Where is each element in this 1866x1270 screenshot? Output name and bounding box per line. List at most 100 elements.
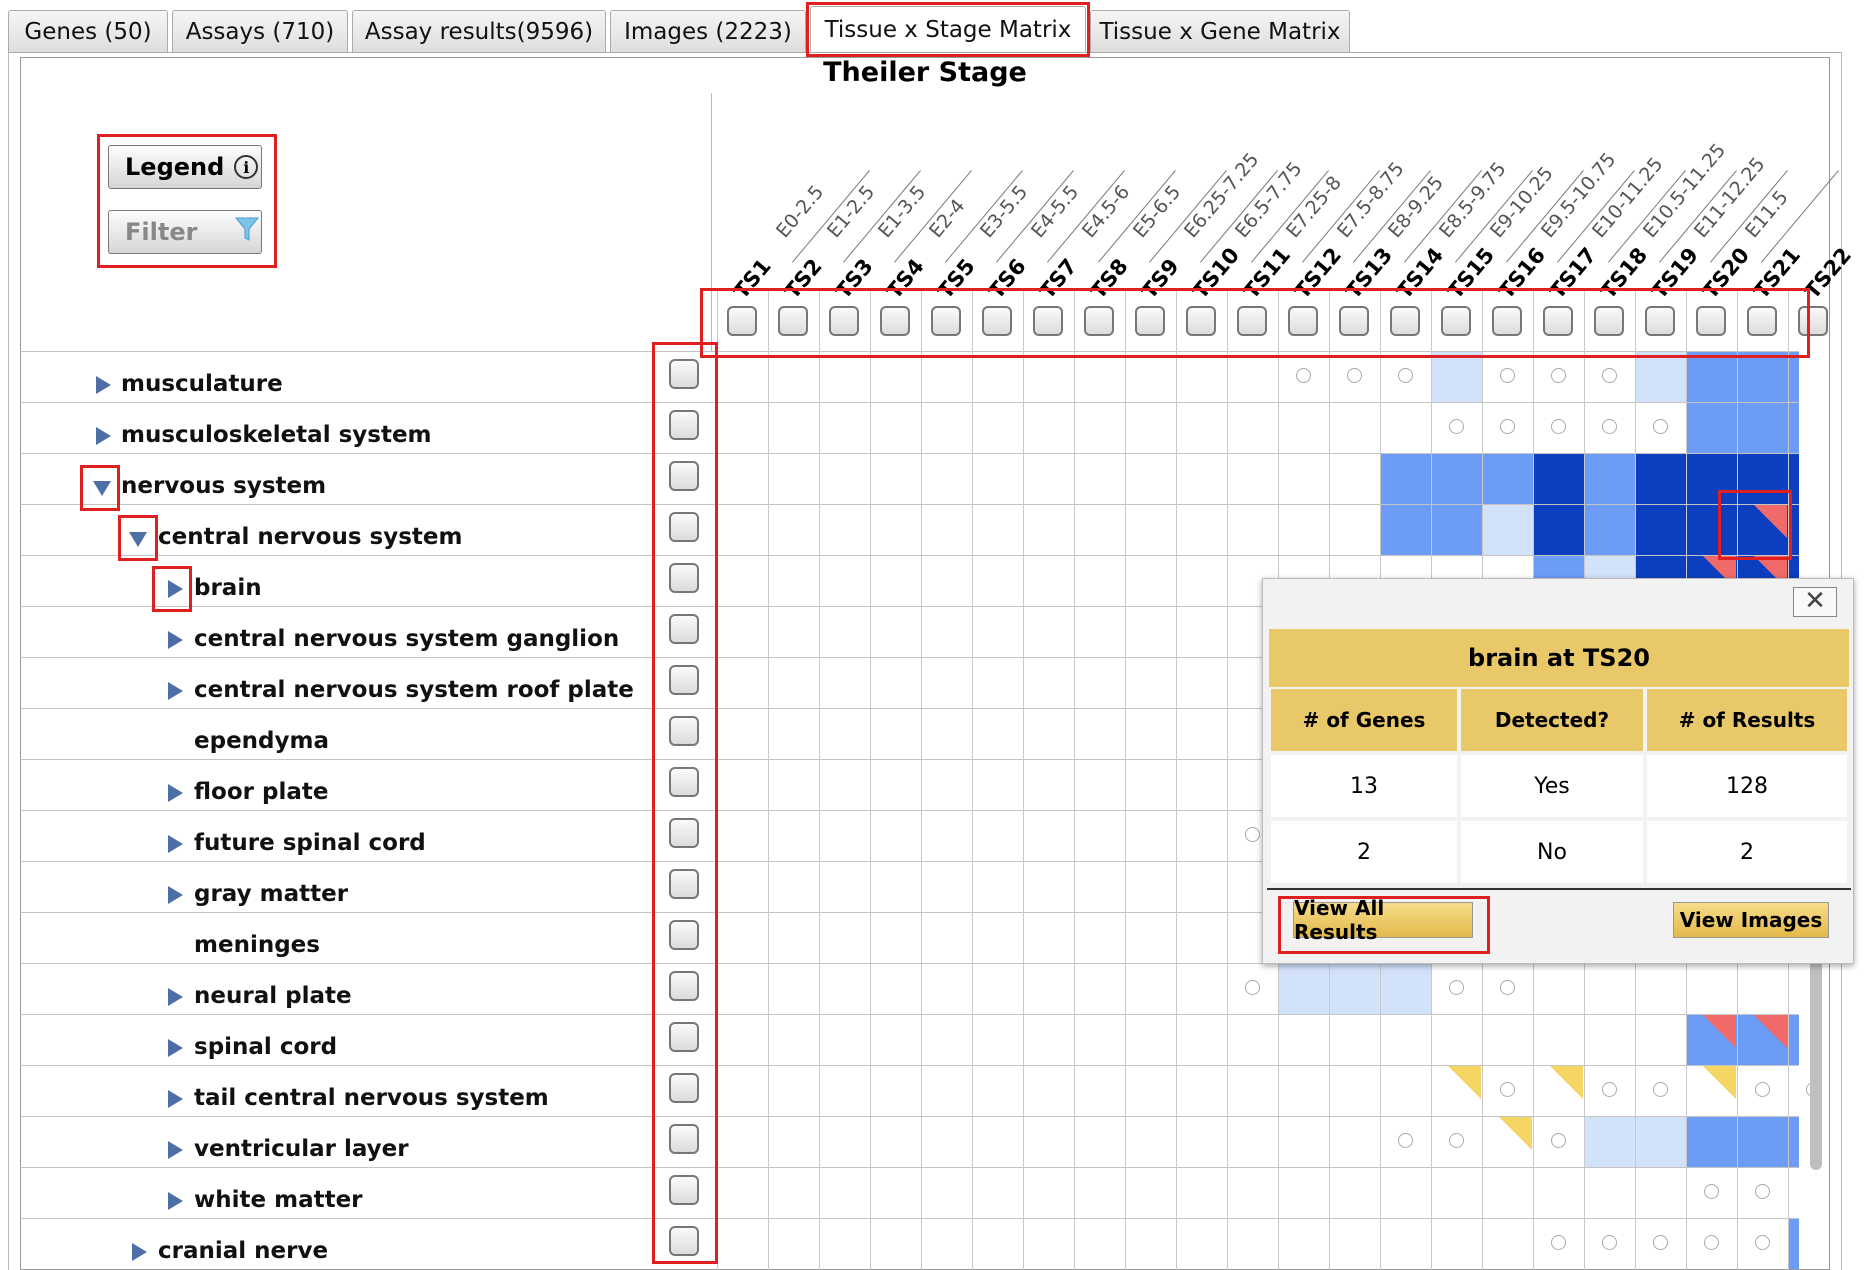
no-data-dot[interactable] [1754,1235,1770,1250]
stage-checkbox[interactable] [931,306,961,336]
no-data-dot[interactable] [1550,419,1566,434]
row-checkbox[interactable] [669,971,699,1001]
matrix-cell-mid[interactable] [1585,454,1635,504]
row-checkbox[interactable] [669,1022,699,1052]
matrix-cell-dark[interactable] [1534,505,1584,555]
no-data-dot[interactable] [1295,368,1311,383]
no-data-dot[interactable] [1550,368,1566,383]
stage-checkbox[interactable] [1594,306,1624,336]
tree-node-label[interactable]: central nervous system ganglion [194,626,619,652]
matrix-cell-dark[interactable] [1687,505,1737,555]
no-data-dot[interactable] [1703,1235,1719,1250]
stage-checkbox[interactable] [1798,306,1828,336]
matrix-cell-dark[interactable] [1738,454,1788,504]
no-data-dot[interactable] [1499,980,1515,995]
row-checkbox[interactable] [669,1124,699,1154]
stage-checkbox[interactable] [1492,306,1522,336]
no-data-dot[interactable] [1754,1082,1770,1097]
matrix-cell-mid[interactable] [1585,505,1635,555]
stage-checkbox[interactable] [1747,306,1777,336]
tree-node-label[interactable]: future spinal cord [194,830,426,856]
tab-tissue-gene-matrix[interactable]: Tissue x Gene Matrix [1090,10,1350,52]
tab-images[interactable]: Images (2223) [610,10,806,52]
no-data-dot[interactable] [1448,1133,1464,1148]
expand-arrow-icon[interactable] [96,427,111,445]
no-data-dot[interactable] [1448,980,1464,995]
row-checkbox[interactable] [669,359,699,389]
row-checkbox[interactable] [669,920,699,950]
matrix-cell-mid[interactable] [1738,403,1788,453]
collapse-arrow-icon[interactable] [93,481,111,496]
expand-arrow-icon[interactable] [168,580,183,598]
row-checkbox[interactable] [669,563,699,593]
stage-checkbox[interactable] [727,306,757,336]
matrix-cell-mid[interactable] [1687,352,1737,402]
matrix-cell-mid[interactable] [1432,454,1482,504]
matrix-cell-pale[interactable] [1636,352,1686,402]
row-checkbox[interactable] [669,665,699,695]
stage-checkbox[interactable] [829,306,859,336]
tree-node-label[interactable]: ventricular layer [194,1136,409,1162]
expand-arrow-icon[interactable] [168,1039,183,1057]
expand-arrow-icon[interactable] [96,376,111,394]
no-data-dot[interactable] [1652,419,1668,434]
no-data-dot[interactable] [1244,980,1260,995]
collapse-arrow-icon[interactable] [129,532,147,547]
tab-tissue-stage-matrix[interactable]: Tissue x Stage Matrix [810,6,1086,53]
stage-checkbox[interactable] [880,306,910,336]
expand-arrow-icon[interactable] [168,886,183,904]
no-data-dot[interactable] [1652,1235,1668,1250]
stage-checkbox[interactable] [1696,306,1726,336]
no-data-dot[interactable] [1499,1082,1515,1097]
stage-checkbox[interactable] [1084,306,1114,336]
expand-arrow-icon[interactable] [168,988,183,1006]
no-data-dot[interactable] [1601,368,1617,383]
expand-arrow-icon[interactable] [168,1090,183,1108]
tree-node-label[interactable]: gray matter [194,881,348,907]
row-checkbox[interactable] [669,767,699,797]
row-checkbox[interactable] [669,1226,699,1256]
tab-assay-results[interactable]: Assay results(9596) [352,10,606,52]
tree-node-label[interactable]: musculoskeletal system [121,422,432,448]
close-button[interactable]: ✕ [1793,587,1837,617]
row-checkbox[interactable] [669,410,699,440]
expand-arrow-icon[interactable] [168,835,183,853]
no-data-dot[interactable] [1652,1082,1668,1097]
no-data-dot[interactable] [1499,368,1515,383]
matrix-cell-mid[interactable] [1483,454,1533,504]
tree-node-label[interactable]: brain [194,575,262,601]
filter-button[interactable]: Filter [108,210,262,254]
tree-node-label[interactable]: white matter [194,1187,363,1213]
matrix-cell-mid[interactable] [1789,352,1799,402]
no-data-dot[interactable] [1499,419,1515,434]
no-data-dot[interactable] [1601,419,1617,434]
row-checkbox[interactable] [669,1175,699,1205]
matrix-cell-mid[interactable] [1687,1117,1737,1167]
expand-arrow-icon[interactable] [168,682,183,700]
tree-node-label[interactable]: cranial nerve [158,1238,328,1264]
no-data-dot[interactable] [1550,1235,1566,1250]
no-data-dot[interactable] [1346,368,1362,383]
tree-node-label[interactable]: neural plate [194,983,352,1009]
matrix-cell-mid[interactable] [1687,403,1737,453]
tree-node-label[interactable]: nervous system [121,473,326,499]
stage-checkbox[interactable] [778,306,808,336]
matrix-cell-dark[interactable] [1636,505,1686,555]
expand-arrow-icon[interactable] [168,631,183,649]
row-checkbox[interactable] [669,716,699,746]
stage-checkbox[interactable] [1390,306,1420,336]
no-data-dot[interactable] [1397,368,1413,383]
tree-node-label[interactable]: spinal cord [194,1034,337,1060]
no-data-dot[interactable] [1754,1184,1770,1199]
matrix-cell-mid[interactable] [1381,454,1431,504]
matrix-cell-mid[interactable] [1789,403,1799,453]
matrix-cell-pale[interactable] [1330,964,1380,1014]
legend-button[interactable]: Legend i [108,145,262,189]
expand-arrow-icon[interactable] [168,1141,183,1159]
stage-checkbox[interactable] [1339,306,1369,336]
matrix-cell-pale[interactable] [1381,964,1431,1014]
stage-checkbox[interactable] [1441,306,1471,336]
matrix-cell-pale[interactable] [1432,352,1482,402]
matrix-cell-pale[interactable] [1636,1117,1686,1167]
row-checkbox[interactable] [669,818,699,848]
